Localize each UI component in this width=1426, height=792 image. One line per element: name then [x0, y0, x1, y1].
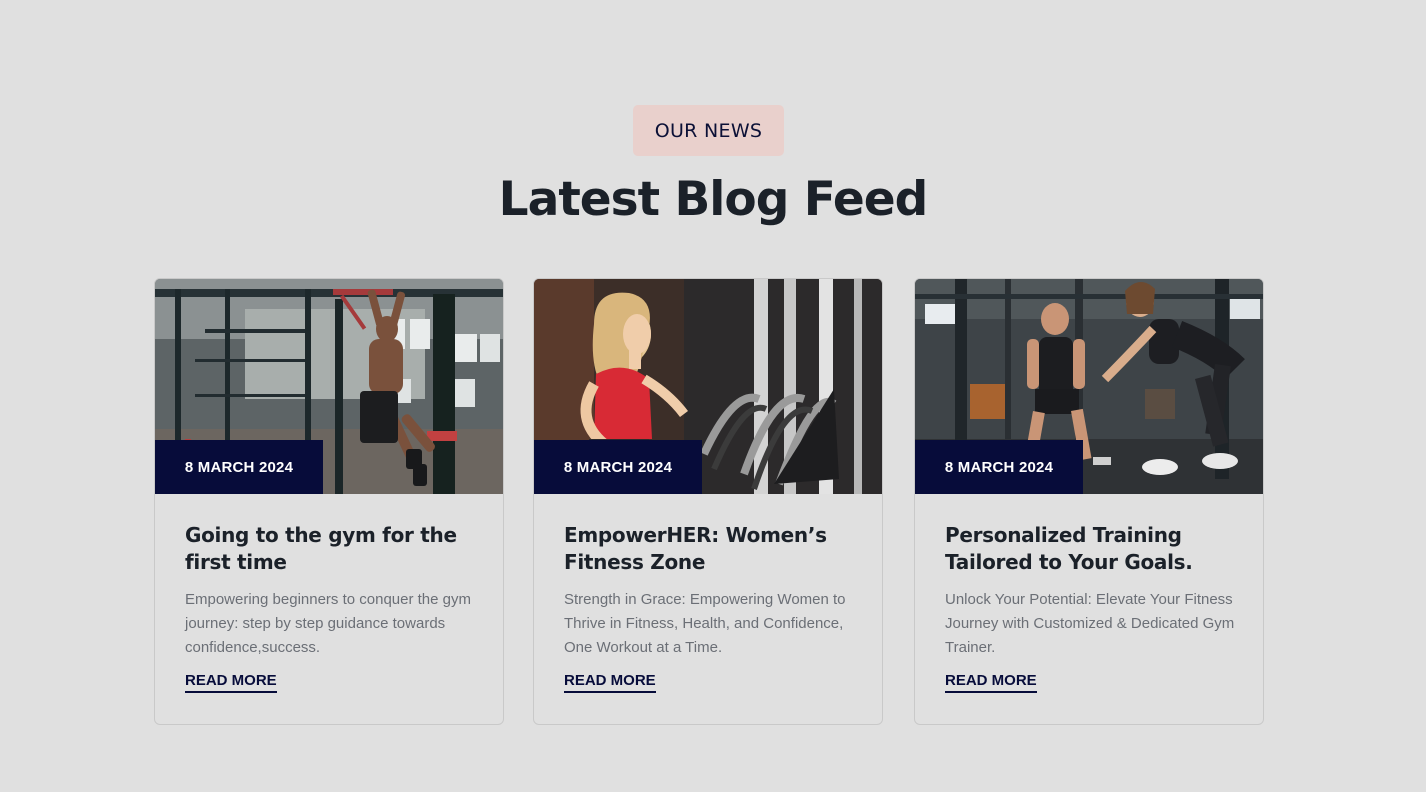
- post-excerpt: Empowering beginners to conquer the gym …: [185, 591, 471, 656]
- blog-image[interactable]: 8 MARCH 2024: [915, 279, 1263, 494]
- blog-card[interactable]: 8 MARCH 2024 EmpowerHER: Women’s Fitness…: [533, 278, 883, 725]
- read-more-link[interactable]: READ MORE: [185, 672, 277, 693]
- blog-card[interactable]: 8 MARCH 2024 Personalized Training Tailo…: [914, 278, 1264, 725]
- date-badge: 8 MARCH 2024: [534, 440, 702, 494]
- post-excerpt: Strength in Grace: Empowering Women to T…: [564, 591, 846, 656]
- post-title[interactable]: Going to the gym for the first time: [185, 522, 475, 576]
- date-badge: 8 MARCH 2024: [915, 440, 1083, 494]
- post-title[interactable]: Personalized Training Tailored to Your G…: [945, 522, 1235, 576]
- section-title: Latest Blog Feed: [498, 172, 929, 227]
- post-excerpt: Unlock Your Potential: Elevate Your Fitn…: [945, 591, 1235, 656]
- section-badge: OUR NEWS: [633, 105, 784, 156]
- blog-image[interactable]: 8 MARCH 2024: [155, 279, 503, 494]
- read-more-link[interactable]: READ MORE: [945, 672, 1037, 693]
- date-badge: 8 MARCH 2024: [155, 440, 323, 494]
- post-title[interactable]: EmpowerHER: Women’s Fitness Zone: [564, 522, 854, 576]
- blog-card[interactable]: 8 MARCH 2024 Going to the gym for the fi…: [154, 278, 504, 725]
- read-more-link[interactable]: READ MORE: [564, 672, 656, 693]
- blog-image[interactable]: 8 MARCH 2024: [534, 279, 882, 494]
